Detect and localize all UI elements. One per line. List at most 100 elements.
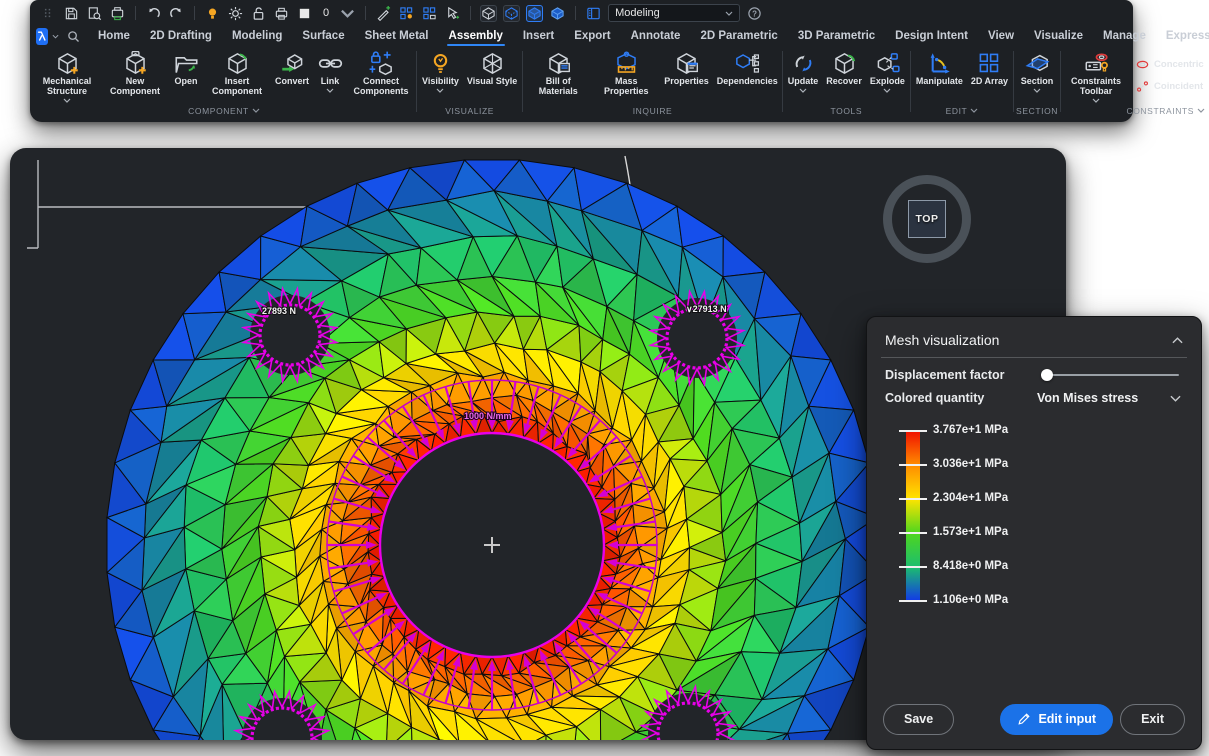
- grid-bulb-icon[interactable]: [398, 5, 415, 22]
- link-button[interactable]: Link: [314, 48, 346, 94]
- group-separator: [910, 51, 911, 112]
- bill-of-materials-button[interactable]: Bill of Materials: [525, 48, 591, 97]
- grid-lock-icon[interactable]: [421, 5, 438, 22]
- undo-icon[interactable]: [145, 5, 162, 22]
- view-realistic-icon[interactable]: [549, 5, 566, 22]
- dropdown-chevron-icon[interactable]: [883, 88, 891, 94]
- unlock-icon[interactable]: [250, 5, 267, 22]
- dropdown-chevron-icon[interactable]: [326, 88, 334, 94]
- tab-expresstools[interactable]: ExpressTools: [1156, 28, 1209, 45]
- edit-input-button[interactable]: Edit input: [1000, 704, 1113, 735]
- bulb-icon[interactable]: [204, 5, 221, 22]
- connect-icon: [368, 50, 394, 76]
- grip-icon[interactable]: [40, 5, 57, 22]
- tab-annotate[interactable]: Annotate: [621, 28, 691, 45]
- tab-modeling[interactable]: Modeling: [222, 28, 292, 45]
- legend-tick: [899, 532, 927, 534]
- dropdown-chevron-icon[interactable]: [436, 88, 444, 94]
- ctoolbar-icon: [1083, 50, 1109, 76]
- search-icon[interactable]: [67, 30, 80, 43]
- collapse-chevron-icon[interactable]: [1172, 337, 1183, 344]
- newcomp-icon: [122, 50, 148, 76]
- divider: [881, 357, 1187, 358]
- tab-view[interactable]: View: [978, 28, 1024, 45]
- mechanical-structure-button[interactable]: Mechanical Structure: [34, 48, 100, 104]
- explode-button[interactable]: Explode: [867, 48, 908, 94]
- coincident-button[interactable]: Coincident: [1135, 79, 1204, 94]
- view-hidden-icon[interactable]: [503, 5, 520, 22]
- printer-icon[interactable]: [273, 5, 290, 22]
- ribbon-tab-bar: Home2D DraftingModelingSurfaceSheet Meta…: [36, 26, 1127, 46]
- new-component-button[interactable]: New Component: [102, 48, 168, 97]
- legend-tick: [899, 566, 927, 568]
- workspace-dropdown[interactable]: Modeling: [608, 4, 740, 22]
- slider-track[interactable]: [1041, 374, 1179, 376]
- dropdown-chevron-icon[interactable]: [1033, 88, 1041, 94]
- exit-button[interactable]: Exit: [1120, 704, 1185, 735]
- insert-component-button[interactable]: Insert Component: [204, 48, 270, 97]
- dependencies-button[interactable]: Dependencies: [714, 48, 780, 87]
- wand-icon[interactable]: [375, 5, 392, 22]
- properties-button[interactable]: Properties: [661, 48, 712, 87]
- colored-quantity-dropdown[interactable]: Von Mises stress: [1037, 391, 1138, 405]
- connect-components-button[interactable]: Connect Components: [348, 48, 414, 97]
- convert-button[interactable]: Convert: [272, 48, 312, 87]
- export-icon[interactable]: [109, 5, 126, 22]
- legend-value: 1.106e+0 MPa: [933, 594, 1008, 606]
- update-button[interactable]: Update: [785, 48, 822, 94]
- view-wire-icon[interactable]: [480, 5, 497, 22]
- recover-button[interactable]: Recover: [823, 48, 865, 87]
- viewcube-top-face[interactable]: TOP: [908, 200, 946, 238]
- section-button[interactable]: Section: [1018, 48, 1057, 94]
- group-chevron-icon[interactable]: [1197, 108, 1205, 113]
- 2d-array-button[interactable]: 2D Array: [968, 48, 1011, 87]
- save-icon[interactable]: [63, 5, 80, 22]
- save-button[interactable]: Save: [883, 704, 954, 735]
- coincident-icon: [1135, 79, 1150, 94]
- view-shaded-icon[interactable]: [526, 5, 543, 22]
- tab-2d-parametric[interactable]: 2D Parametric: [690, 28, 787, 45]
- tab-home[interactable]: Home: [88, 28, 140, 45]
- dropdown-chevron-icon[interactable]: [1170, 395, 1181, 402]
- tab-manage[interactable]: Manage: [1093, 28, 1156, 45]
- tab-design-intent[interactable]: Design Intent: [885, 28, 978, 45]
- tab-2d-drafting[interactable]: 2D Drafting: [140, 28, 222, 45]
- visibility-button[interactable]: Visibility: [419, 48, 462, 94]
- current-layer-value[interactable]: 0: [319, 7, 333, 19]
- displacement-factor-slider[interactable]: [1041, 368, 1179, 382]
- svg-text:1000 N/mm: 1000 N/mm: [464, 411, 512, 421]
- slider-thumb[interactable]: [1041, 369, 1053, 381]
- cursor-icon[interactable]: [444, 5, 461, 22]
- constraints-toolbar-button[interactable]: Constraints Toolbar: [1063, 48, 1129, 104]
- concentric-button[interactable]: Concentric: [1135, 57, 1204, 72]
- open-button[interactable]: Open: [170, 48, 202, 87]
- group-separator: [782, 51, 783, 112]
- sun-icon[interactable]: [227, 5, 244, 22]
- view-navigation-widget[interactable]: TOP: [883, 175, 971, 263]
- tab-export[interactable]: Export: [564, 28, 620, 45]
- mass-properties-button[interactable]: Mass Properties: [593, 48, 659, 97]
- redo-icon[interactable]: [168, 5, 185, 22]
- ribbon-group-constraints: Constraints ToolbarConcentricParallelCoi…: [1063, 47, 1209, 118]
- help-icon[interactable]: ?: [746, 5, 763, 22]
- tab-3d-parametric[interactable]: 3D Parametric: [788, 28, 885, 45]
- dropdown-chevron-icon[interactable]: [799, 88, 807, 94]
- visual-style-button[interactable]: Visual Style: [464, 48, 520, 87]
- drawing-tabs-icon[interactable]: [585, 5, 602, 22]
- tab-surface[interactable]: Surface: [292, 28, 354, 45]
- group-chevron-icon[interactable]: [252, 108, 260, 113]
- pencil-icon: [1017, 712, 1031, 726]
- swatch-icon[interactable]: [296, 5, 313, 22]
- svg-text:∨27913 N: ∨27913 N: [686, 304, 727, 314]
- qat-customize-chevron-icon[interactable]: [339, 5, 356, 22]
- manipulate-icon: [926, 50, 952, 76]
- tab-insert[interactable]: Insert: [513, 28, 564, 45]
- bricscad-logo[interactable]: [36, 28, 48, 45]
- group-chevron-icon[interactable]: [970, 108, 978, 113]
- tab-visualize[interactable]: Visualize: [1024, 28, 1093, 45]
- manipulate-button[interactable]: Manipulate: [913, 48, 966, 87]
- preview-icon[interactable]: [86, 5, 103, 22]
- tab-sheet-metal[interactable]: Sheet Metal: [355, 28, 439, 45]
- tab-assembly[interactable]: Assembly: [439, 28, 513, 45]
- logo-menu-chevron-icon[interactable]: [52, 34, 59, 39]
